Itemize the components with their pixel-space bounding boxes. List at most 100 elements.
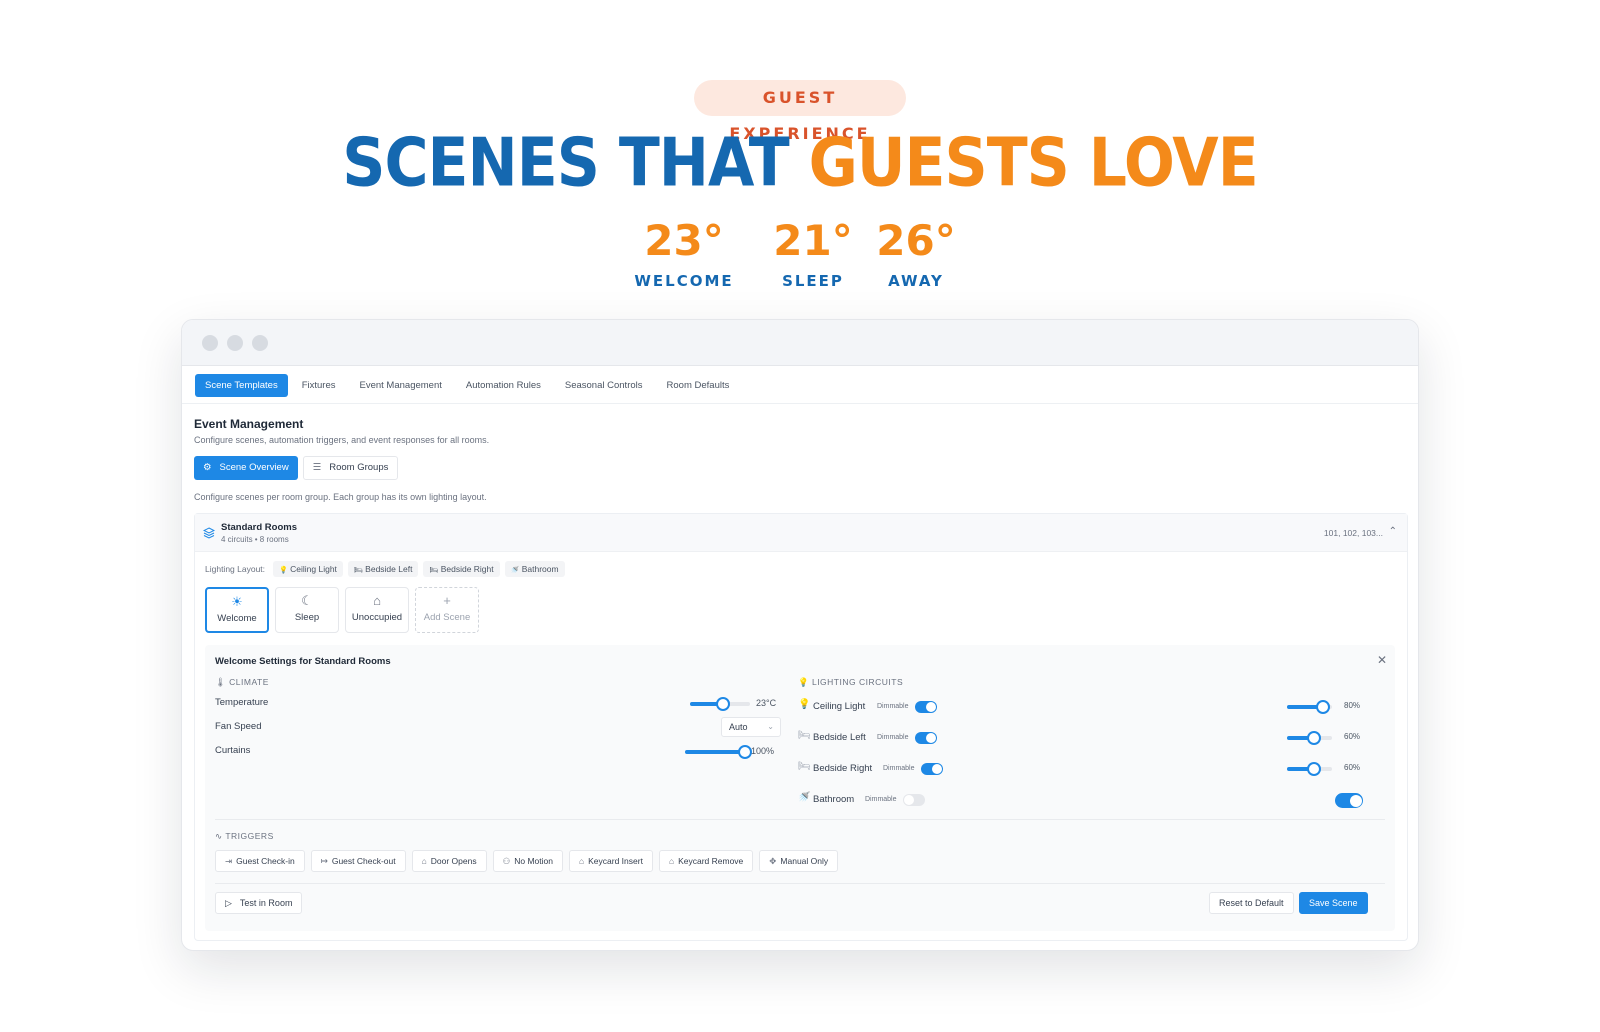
tab-fixtures[interactable]: Fixtures — [292, 374, 346, 397]
scene-overview-button[interactable]: ⚙ Scene Overview — [194, 456, 298, 480]
trigger-label: Guest Check-out — [331, 856, 396, 866]
dimmable-tag: Dimmable — [883, 765, 915, 772]
view-switcher: ⚙ Scene Overview ☰ Room Groups — [194, 456, 399, 480]
logout-icon: ↦ — [320, 856, 328, 866]
dimmer-handle[interactable] — [1316, 700, 1330, 714]
layout-chip-label: Bedside Left — [365, 564, 413, 574]
trigger-label: Manual Only — [780, 856, 829, 866]
tab-automation-rules[interactable]: Automation Rules — [456, 374, 551, 397]
circuit-label: Bedside Right — [813, 763, 873, 774]
close-icon[interactable]: ✕ — [1377, 653, 1387, 667]
lighting-heading: 💡 LIGHTING CIRCUITS — [798, 677, 903, 688]
trigger-no-motion[interactable]: ⚇ No Motion — [492, 850, 563, 872]
sun-icon: ☀ — [231, 594, 243, 609]
fan-speed-value: Auto — [729, 722, 748, 732]
dimmer-handle[interactable] — [1307, 762, 1321, 776]
bulb-icon: 💡 — [798, 677, 810, 687]
door-icon: ⌂ — [373, 593, 381, 608]
dimmable-tag: Dimmable — [865, 796, 897, 803]
tab-room-defaults[interactable]: Room Defaults — [657, 374, 740, 397]
chevron-up-icon[interactable]: ⌃ — [1389, 526, 1397, 537]
trigger-list: ⇥ Guest Check-in ↦ Guest Check-out ⌂ Door O… — [215, 850, 839, 872]
chevron-down-icon: ⌄ — [767, 722, 774, 731]
bed-icon: 🛏 — [353, 567, 363, 574]
circuit-label: Bedside Left — [813, 732, 866, 743]
temperature-label: Temperature — [215, 697, 269, 708]
layout-chip-ceiling-light: 💡 Ceiling Light — [273, 561, 343, 577]
circuit-dimmer-slider[interactable] — [1287, 731, 1332, 745]
circuit-toggle[interactable] — [921, 763, 943, 775]
section-subtitle: Configure scenes, automation triggers, a… — [194, 435, 490, 445]
temperature-slider-handle[interactable] — [716, 697, 730, 711]
room-groups-button[interactable]: ☰ Room Groups — [302, 456, 399, 480]
app-window: Scene Templates Fixtures Event Managemen… — [181, 319, 1419, 951]
scene-unoccupied[interactable]: ⌂ Unoccupied — [345, 587, 409, 633]
circuit-toggle[interactable] — [915, 701, 937, 713]
toggle-knob — [932, 764, 942, 774]
circuit-toggle[interactable] — [903, 794, 925, 806]
fan-speed-select[interactable]: Auto ⌄ — [721, 717, 781, 737]
trigger-keycard-insert[interactable]: ⌂ Keycard Insert — [568, 850, 653, 872]
scene-label: Unoccupied — [351, 612, 403, 623]
bed-icon: 🛏 — [429, 567, 439, 574]
main-tabs: Scene Templates Fixtures Event Managemen… — [195, 374, 739, 397]
users-icon: ⚇ — [502, 856, 511, 866]
scene-label: Sleep — [294, 612, 320, 623]
scene-sleep[interactable]: ☾ Sleep — [275, 587, 339, 633]
room-group-rooms: 101, 102, 103... — [1323, 528, 1383, 538]
window-maximize-dot[interactable] — [252, 335, 268, 351]
dimmer-handle[interactable] — [1307, 731, 1321, 745]
room-group-header[interactable]: Standard Rooms 4 circuits • 8 rooms 101,… — [195, 514, 1407, 552]
test-in-room-button[interactable]: ▷ Test in Room — [215, 892, 303, 914]
pulse-icon: ∿ — [215, 831, 223, 841]
stat-label: WELCOME — [634, 272, 734, 290]
bathroom-master-toggle[interactable] — [1335, 793, 1363, 808]
door-icon: ⌂ — [421, 856, 427, 866]
window-minimize-dot[interactable] — [227, 335, 243, 351]
window-titlebar — [182, 320, 1418, 366]
scene-welcome[interactable]: ☀ Welcome — [205, 587, 269, 633]
temperature-slider[interactable] — [690, 697, 750, 711]
circuit-toggle[interactable] — [915, 732, 937, 744]
test-in-room-label: Test in Room — [239, 898, 293, 908]
toggle-knob — [1350, 794, 1362, 807]
trigger-keycard-remove[interactable]: ⌂ Keycard Remove — [658, 850, 754, 872]
window-close-dot[interactable] — [202, 335, 218, 351]
temperature-value: 23°C — [756, 698, 777, 708]
stat-value: 26° — [876, 216, 956, 265]
bed-icon: 🛏 — [798, 730, 811, 741]
bed-icon: 🛏 — [798, 761, 811, 772]
trigger-manual-only[interactable]: ✥ Manual Only — [759, 850, 839, 872]
circuit-level-value: 80% — [1344, 701, 1361, 710]
tab-seasonal-controls[interactable]: Seasonal Controls — [555, 374, 653, 397]
save-scene-button[interactable]: Save Scene — [1299, 892, 1368, 914]
fan-speed-label: Fan Speed — [215, 721, 262, 732]
gear-icon: ⚙ — [203, 462, 212, 473]
layers-icon: ☰ — [312, 462, 322, 473]
reset-to-default-button[interactable]: Reset to Default — [1209, 892, 1294, 914]
triggers-heading-text: TRIGGERS — [225, 831, 274, 841]
circuit-level-value: 60% — [1344, 763, 1361, 772]
circuit-dimmer-slider[interactable] — [1287, 762, 1332, 776]
curtains-slider[interactable] — [685, 745, 752, 759]
tab-event-management[interactable]: Event Management — [350, 374, 452, 397]
trigger-label: Door Opens — [430, 856, 477, 866]
curtains-label: Curtains — [215, 745, 251, 756]
circuit-dimmer-slider[interactable] — [1287, 700, 1332, 714]
room-groups-label: Room Groups — [329, 462, 389, 473]
trigger-guest-check-out[interactable]: ↦ Guest Check-out — [310, 850, 406, 872]
trigger-door-opens[interactable]: ⌂ Door Opens — [411, 850, 487, 872]
circuit-label: Bathroom — [813, 794, 855, 805]
section-title: Event Management — [194, 417, 304, 431]
headline-part-1: SCENES THAT — [342, 123, 789, 203]
trigger-guest-check-in[interactable]: ⇥ Guest Check-in — [215, 850, 305, 872]
scene-overview-label: Scene Overview — [219, 462, 289, 473]
curtains-slider-handle[interactable] — [738, 745, 752, 759]
segment-description: Configure scenes per room group. Each gr… — [194, 492, 487, 502]
layers-icon — [203, 527, 215, 539]
stat-welcome: 23° WELCOME — [614, 214, 754, 290]
add-scene-button[interactable]: + Add Scene — [415, 587, 479, 633]
headline: SCENES THAT GUESTS LOVE — [0, 124, 1600, 202]
tab-scene-templates[interactable]: Scene Templates — [195, 374, 288, 397]
stat-value: 23° — [644, 216, 724, 265]
